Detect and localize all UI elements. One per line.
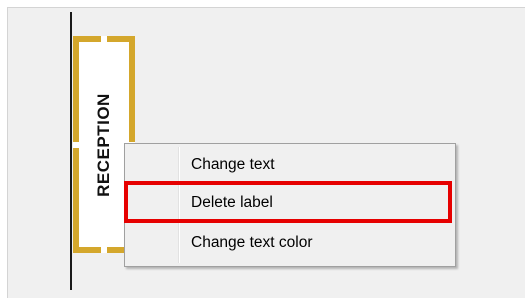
room-label-text: RECEPTION: [94, 92, 113, 197]
resize-handle-bottom[interactable]: [101, 247, 107, 253]
menu-item-change-text[interactable]: Change text: [128, 148, 452, 182]
wall-line: [70, 12, 72, 290]
resize-handle-left[interactable]: [73, 142, 79, 148]
menu-item-delete-label[interactable]: Delete label: [128, 186, 452, 220]
context-menu: Change text Delete label Change text col…: [124, 143, 456, 267]
resize-handle-top[interactable]: [101, 36, 107, 42]
menu-item-change-text-color[interactable]: Change text color: [128, 226, 452, 260]
